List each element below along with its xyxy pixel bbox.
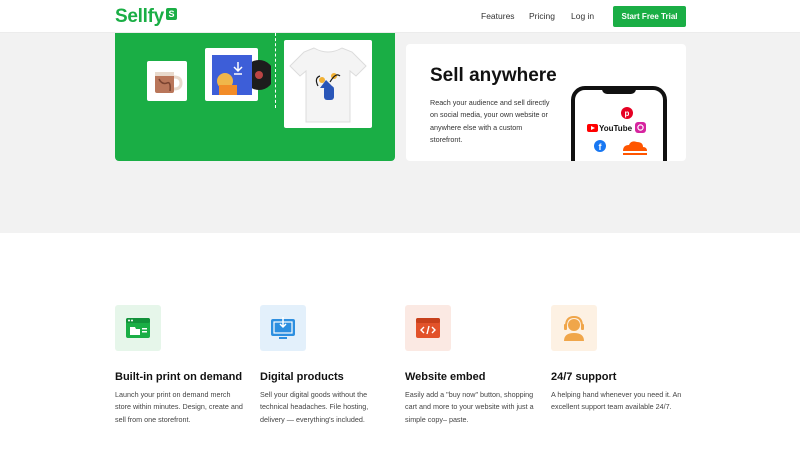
nav-features-link[interactable]: Features <box>481 11 515 21</box>
feature-digital-products: Digital products Sell your digital goods… <box>260 305 390 424</box>
storefront-icon <box>115 305 161 351</box>
top-navbar: Sellfy S Features Pricing Log in Start Fr… <box>0 0 800 33</box>
sell-anywhere-title: Sell anywhere <box>430 65 557 86</box>
sell-anywhere-card: Sell anywhere Reach your audience and se… <box>406 44 686 161</box>
feature-title: Website embed <box>405 371 486 383</box>
feature-text: Sell your digital goods without the tech… <box>260 390 369 424</box>
nav-pricing-link[interactable]: Pricing <box>529 11 555 21</box>
sell-anywhere-text: Reach your audience and sell directly on… <box>430 98 550 144</box>
download-screen-icon <box>260 305 306 351</box>
tshirt-icon <box>289 47 367 123</box>
social-platform-icons: p YouTube f <box>587 107 647 155</box>
code-embed-icon <box>405 305 451 351</box>
feature-support: 24/7 support A helping hand whenever you… <box>551 305 681 411</box>
logo-badge: S <box>165 8 177 20</box>
instagram-icon <box>635 122 646 133</box>
svg-text:YouTube: YouTube <box>599 124 633 133</box>
feature-text: Launch your print on demand merch store … <box>115 390 243 424</box>
svg-text:p: p <box>625 109 630 118</box>
nav-login-link[interactable]: Log in <box>571 11 594 21</box>
logo-text: Sellfy <box>115 6 164 27</box>
divider-dashed <box>275 33 276 108</box>
feature-title: Digital products <box>260 371 344 383</box>
album-product-card <box>205 48 274 101</box>
feature-text: A helping hand whenever you need it. An … <box>551 390 682 412</box>
tshirt-product-card <box>284 40 372 128</box>
youtube-icon: YouTube <box>587 124 633 133</box>
feature-title: Built-in print on demand <box>115 371 243 383</box>
phone-mockup: p YouTube f <box>571 86 667 161</box>
facebook-icon: f <box>594 140 606 152</box>
feature-title: 24/7 support <box>551 371 617 383</box>
headset-support-icon <box>551 305 597 351</box>
soundcloud-icon <box>623 141 647 155</box>
sellfy-logo[interactable]: Sellfy S <box>115 6 177 28</box>
feature-text: Easily add a "buy now" button, shopping … <box>405 390 534 424</box>
mug-product-card <box>147 61 187 101</box>
pinterest-icon: p <box>621 107 633 119</box>
feature-print-on-demand: Built-in print on demand Launch your pri… <box>115 305 245 424</box>
feature-website-embed: Website embed Easily add a "buy now" but… <box>405 305 535 424</box>
mug-icon <box>155 72 183 93</box>
vinyl-album-icon <box>212 55 274 95</box>
start-free-trial-button[interactable]: Start Free Trial <box>613 6 686 27</box>
